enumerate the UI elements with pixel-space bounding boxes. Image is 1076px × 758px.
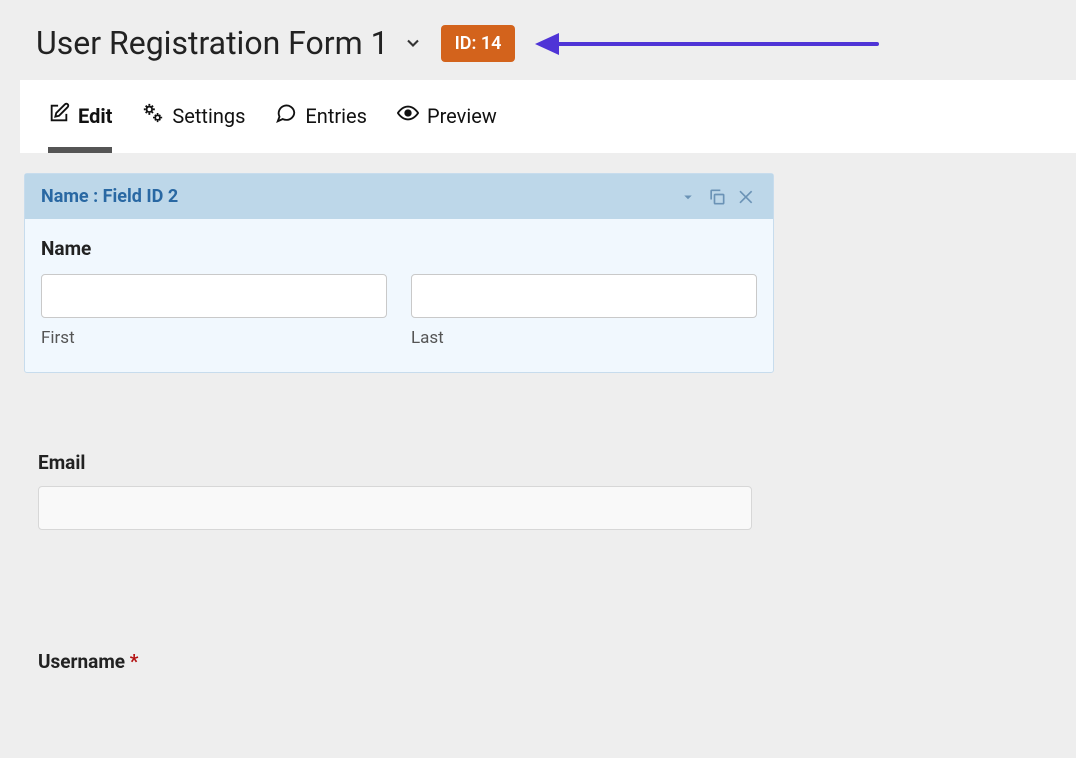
tab-entries[interactable]: Entries — [275, 102, 367, 153]
last-name-column: Last — [411, 274, 757, 348]
caret-down-icon[interactable] — [679, 188, 697, 206]
tabs-bar: Edit Settings Entries Preview — [20, 80, 1076, 153]
last-name-input[interactable] — [411, 274, 757, 318]
form-id-badge: ID: 14 — [441, 25, 516, 62]
gears-icon — [142, 102, 164, 129]
eye-icon — [397, 102, 419, 129]
tab-label: Settings — [172, 104, 245, 128]
first-name-sublabel: First — [41, 328, 387, 348]
tab-label: Edit — [78, 104, 112, 128]
page-title: User Registration Form 1 — [36, 24, 389, 62]
name-row: First Last — [41, 274, 757, 348]
tab-edit[interactable]: Edit — [48, 102, 112, 153]
username-field-label: Username * — [38, 650, 752, 673]
tab-preview[interactable]: Preview — [397, 102, 497, 153]
name-field-card[interactable]: Name : Field ID 2 Name First Last — [24, 173, 774, 373]
required-indicator: * — [130, 650, 139, 673]
field-card-body: Name First Last — [25, 219, 773, 372]
tab-settings[interactable]: Settings — [142, 102, 245, 153]
last-name-sublabel: Last — [411, 328, 757, 348]
duplicate-icon[interactable] — [707, 187, 727, 207]
name-field-label: Name — [41, 237, 757, 260]
arrow-annotation — [539, 38, 879, 48]
delete-icon[interactable] — [737, 187, 757, 207]
first-name-column: First — [41, 274, 387, 348]
speech-bubble-icon — [275, 102, 297, 129]
email-field: Email — [38, 451, 752, 530]
chevron-down-icon[interactable] — [403, 33, 423, 53]
username-field: Username * — [38, 650, 752, 673]
edit-icon — [48, 102, 70, 129]
page-header: User Registration Form 1 ID: 14 — [0, 0, 1076, 80]
field-card-title: Name : Field ID 2 — [41, 186, 178, 207]
email-field-label: Email — [38, 451, 752, 474]
tab-label: Entries — [305, 104, 367, 128]
first-name-input[interactable] — [41, 274, 387, 318]
username-label-text: Username — [38, 650, 125, 673]
field-card-actions — [679, 187, 757, 207]
tab-label: Preview — [427, 104, 497, 128]
field-card-header: Name : Field ID 2 — [25, 174, 773, 219]
email-input[interactable] — [38, 486, 752, 530]
